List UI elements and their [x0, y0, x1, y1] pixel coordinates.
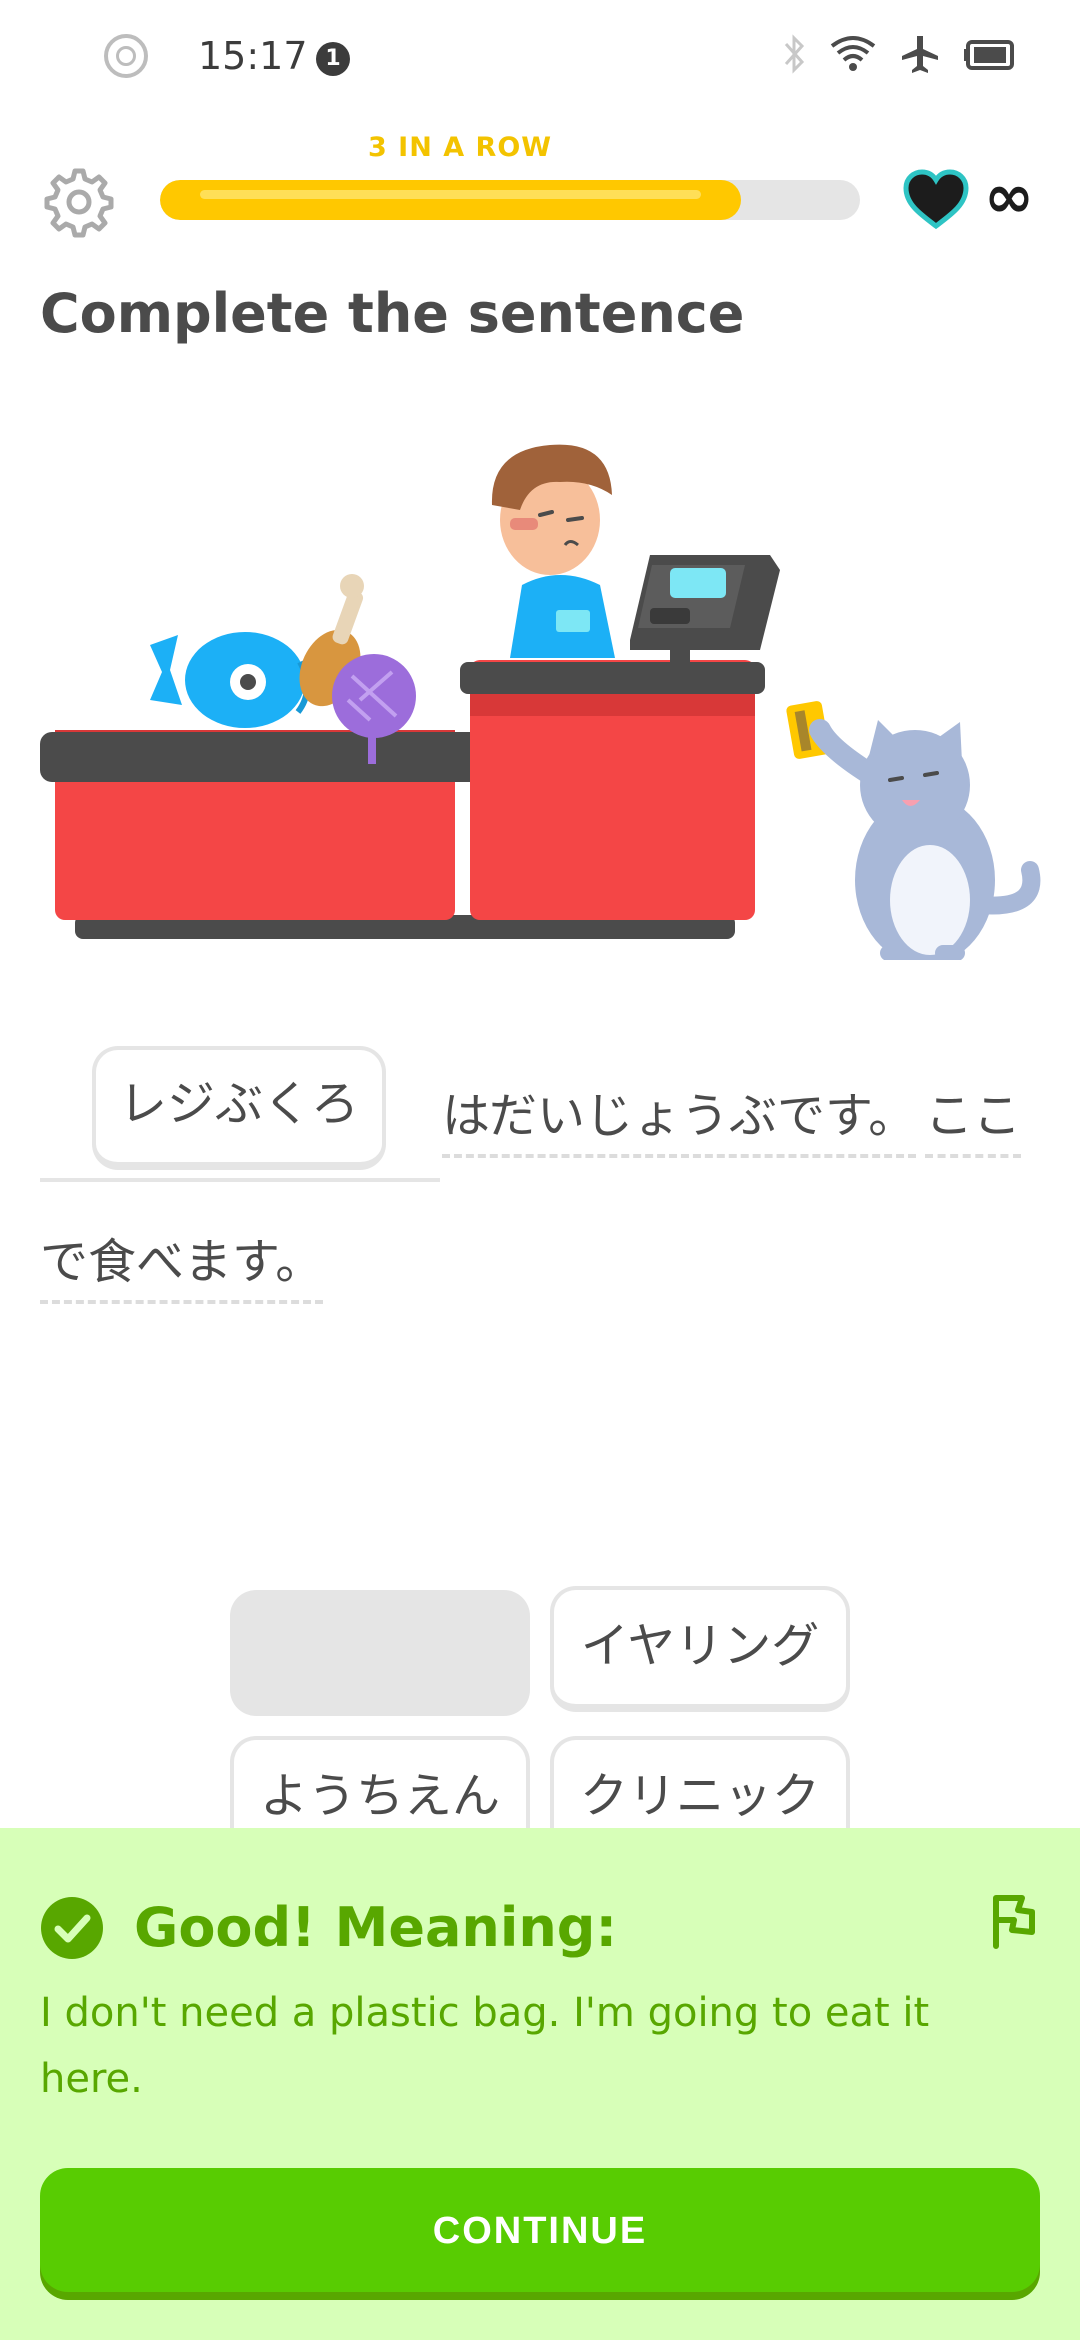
- answer-blank-line: [40, 1178, 440, 1182]
- hearts-button[interactable]: [900, 168, 972, 232]
- progress-shine: [200, 190, 701, 199]
- feedback-title: Good! Meaning:: [134, 1896, 618, 1959]
- check-circle-icon: [41, 1897, 103, 1959]
- hearts-count: ∞: [984, 162, 1034, 232]
- progress-fill: [160, 180, 741, 220]
- page-title: Complete the sentence: [40, 282, 745, 345]
- battery-icon: [964, 40, 1014, 70]
- sentence-part-1[interactable]: はだいじょうぶです。: [442, 1076, 917, 1158]
- feedback-translation: I don't need a plastic bag. I'm going to…: [40, 1990, 930, 2102]
- airplane-icon: [902, 36, 938, 73]
- feedback-panel: Good! Meaning: I don't need a plastic ba…: [0, 1828, 1080, 2340]
- sentence-part-2[interactable]: ここ: [925, 1076, 1022, 1158]
- notification-badge: 1: [316, 42, 350, 76]
- settings-button[interactable]: [42, 165, 116, 239]
- sentence-part-3[interactable]: で食べます。: [40, 1222, 324, 1304]
- status-time: 15:17: [198, 34, 308, 78]
- answer-chip[interactable]: レジぶくろ: [92, 1046, 386, 1170]
- heart-icon: [903, 169, 969, 230]
- continue-button[interactable]: CONTINUE: [40, 2168, 1040, 2292]
- word-bank-empty-slot: [230, 1590, 530, 1716]
- streak-label: 3 IN A ROW: [368, 132, 553, 163]
- gear-icon: [44, 168, 114, 238]
- lesson-progress-bar: [160, 180, 860, 220]
- circle-icon: [104, 34, 148, 78]
- word-chip-earring[interactable]: イヤリング: [550, 1586, 850, 1712]
- checkout-illustration: [30, 400, 1050, 965]
- wifi-icon: [830, 36, 876, 71]
- status-bar: 15:17 1: [0, 0, 1080, 120]
- bluetooth-icon: [784, 34, 805, 74]
- status-icons: [780, 32, 1040, 82]
- report-flag-icon[interactable]: [982, 1890, 1042, 1950]
